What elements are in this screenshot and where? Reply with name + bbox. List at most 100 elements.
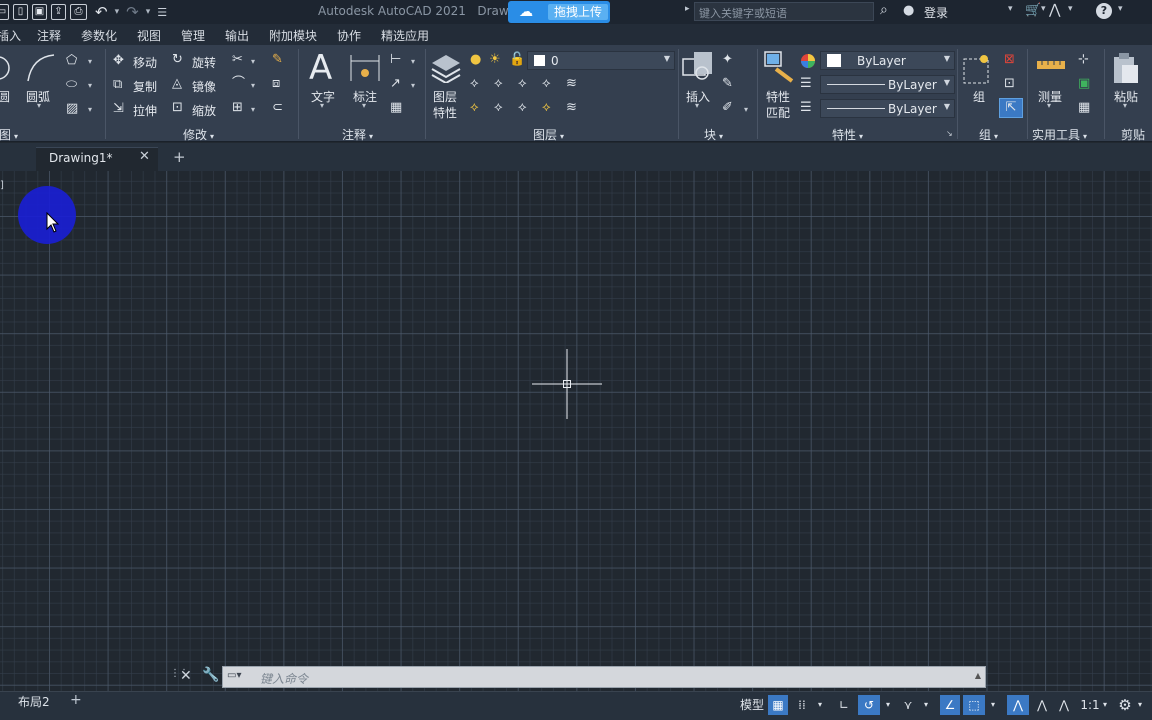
snap-toggle-icon[interactable]: ⁞⁞: [792, 695, 812, 715]
layer-isolate-icon[interactable]: ⟡: [494, 77, 503, 91]
search-icon[interactable]: ⌕: [880, 2, 888, 18]
leader-icon[interactable]: ↗: [390, 77, 401, 91]
utilities-panel-title[interactable]: 实用工具 ▾: [1032, 126, 1087, 143]
measure-icon[interactable]: [1036, 59, 1066, 73]
tab-insert[interactable]: 插入: [0, 27, 21, 44]
model-space-button[interactable]: 模型: [737, 695, 767, 715]
command-history-icon[interactable]: ▲: [975, 671, 981, 680]
match-properties-icon[interactable]: [764, 51, 794, 83]
edit-attributes-icon[interactable]: ✐: [722, 101, 733, 115]
insert-dropdown-icon[interactable]: ▾: [695, 101, 699, 110]
login-dropdown-icon[interactable]: ▾: [1008, 4, 1013, 14]
tab-annotate[interactable]: 注释: [37, 27, 61, 44]
dimension-tool-icon[interactable]: [348, 53, 382, 83]
tab-view[interactable]: 视图: [137, 27, 161, 44]
linear-dim-icon[interactable]: ⊢: [390, 53, 401, 67]
undo-icon[interactable]: ↶: [95, 3, 108, 21]
drawing-tab-label[interactable]: Drawing1*: [49, 151, 113, 165]
measure-dropdown-icon[interactable]: ▾: [1047, 101, 1051, 110]
layer-properties-icon[interactable]: [430, 51, 462, 83]
annotation-visibility-icon[interactable]: ⋀: [1007, 695, 1029, 715]
customize-qat-icon[interactable]: ☰: [157, 6, 167, 19]
linear-dim-dropdown-icon[interactable]: ▾: [411, 57, 415, 66]
isodraft-toggle-icon[interactable]: ⋎: [898, 695, 918, 715]
edit-block-icon[interactable]: ✎: [722, 77, 733, 91]
fillet-icon[interactable]: ⌒: [232, 77, 245, 91]
viewport-controls[interactable]: ]: [0, 180, 4, 191]
cart-dropdown-icon[interactable]: ▾: [1041, 4, 1046, 14]
command-input[interactable]: ▭▾ 键入命令 ▲: [222, 666, 986, 688]
scale-dropdown-icon[interactable]: ▾: [1100, 695, 1110, 715]
offset-icon[interactable]: ⊂: [272, 101, 283, 115]
layer-off-icon[interactable]: ⟡: [470, 77, 479, 91]
layout-tab[interactable]: 布局2: [18, 693, 50, 710]
match-properties-label-2[interactable]: 匹配: [766, 104, 790, 121]
workspace-gear-icon[interactable]: ⚙: [1115, 695, 1135, 715]
tab-collaborate[interactable]: 协作: [337, 27, 361, 44]
properties-launcher-icon[interactable]: ↘: [946, 129, 953, 138]
array-dropdown-icon[interactable]: ▾: [251, 105, 255, 114]
group-panel-title[interactable]: 组 ▾: [979, 126, 998, 143]
layer-properties-label-1[interactable]: 图层: [433, 88, 457, 105]
tab-addins[interactable]: 附加模块: [269, 27, 317, 44]
new-tab-icon[interactable]: +: [173, 148, 186, 166]
help-dropdown-icon[interactable]: ▾: [1118, 4, 1123, 14]
dimension-dropdown-icon[interactable]: ▾: [362, 101, 366, 110]
ungroup-icon[interactable]: ⊠: [1004, 53, 1015, 67]
stretch-button[interactable]: 拉伸: [133, 102, 157, 119]
trim-dropdown-icon[interactable]: ▾: [251, 57, 255, 66]
tab-parametric[interactable]: 参数化: [81, 27, 117, 44]
modify-panel-title[interactable]: 修改 ▾: [183, 126, 214, 143]
app-dropdown-icon[interactable]: ▾: [1068, 4, 1073, 14]
save-as-icon[interactable]: ⇪: [51, 4, 66, 20]
properties-panel-title[interactable]: 特性 ▾: [832, 126, 863, 143]
hatch-dropdown-icon[interactable]: ▾: [88, 105, 92, 114]
layer-lock-icon[interactable]: 🔓: [509, 53, 525, 67]
paste-icon[interactable]: [1112, 51, 1140, 85]
copy-button[interactable]: 复制: [133, 78, 157, 95]
lineweight-dropdown[interactable]: ByLayer ▼: [820, 99, 955, 118]
user-icon[interactable]: ●: [903, 3, 914, 18]
drawing-canvas[interactable]: [0, 171, 1152, 691]
redo-icon[interactable]: ↷: [126, 3, 139, 21]
save-icon[interactable]: ▣: [32, 4, 47, 20]
move-button[interactable]: 移动: [133, 54, 157, 71]
arc-dropdown-icon[interactable]: ▾: [37, 101, 41, 110]
command-prompt-icon[interactable]: ▭▾: [227, 670, 241, 681]
add-layout-icon[interactable]: +: [70, 692, 82, 708]
osnap-dropdown-icon[interactable]: ▾: [987, 695, 999, 715]
circle-tool-icon[interactable]: [0, 50, 14, 86]
plot-icon[interactable]: ⎙: [70, 4, 87, 20]
cart-icon[interactable]: 🛒: [1025, 3, 1041, 18]
annotation-scale-icon[interactable]: ⋀: [1054, 695, 1074, 715]
linetype-icon[interactable]: ☰: [800, 77, 812, 91]
snap-dropdown-icon[interactable]: ▾: [814, 695, 826, 715]
layer-freeze-icon[interactable]: ☀: [489, 53, 501, 67]
array-icon[interactable]: ⊞: [232, 101, 243, 115]
text-tool-icon[interactable]: A: [309, 50, 332, 86]
rotate-button[interactable]: 旋转: [192, 54, 216, 71]
mirror-button[interactable]: 镜像: [192, 78, 216, 95]
edit-attributes-dropdown-icon[interactable]: ▾: [744, 105, 748, 114]
annotation-panel-title[interactable]: 注释 ▾: [342, 126, 373, 143]
redo-dropdown-icon[interactable]: ▾: [146, 4, 151, 20]
paste-dropdown-icon[interactable]: ▾: [1123, 101, 1127, 110]
search-expand-icon[interactable]: ▸: [685, 4, 690, 14]
layer-unlock-icon[interactable]: ⟡: [542, 101, 551, 115]
draw-panel-title[interactable]: 图 ▾: [0, 126, 18, 143]
color-wheel-icon[interactable]: [800, 53, 816, 69]
isodraft-dropdown-icon[interactable]: ▾: [920, 695, 932, 715]
open-icon[interactable]: ▯: [13, 4, 28, 20]
group-select-icon[interactable]: ⇱: [999, 98, 1023, 118]
drag-upload-button[interactable]: ☁ 拖拽上传: [508, 1, 610, 23]
search-input[interactable]: 键入关键字或短语: [694, 2, 874, 21]
command-line-grip-icon[interactable]: ⋮⋮: [170, 668, 189, 686]
layer-dropdown[interactable]: 0 ▼: [527, 51, 675, 70]
color-dropdown[interactable]: ByLayer ▼: [820, 51, 955, 70]
group-icon[interactable]: [962, 53, 992, 85]
layer-on-all-icon[interactable]: ⟡: [470, 101, 479, 115]
polar-dropdown-icon[interactable]: ▾: [882, 695, 894, 715]
block-panel-title[interactable]: 块 ▾: [704, 126, 723, 143]
text-dropdown-icon[interactable]: ▾: [320, 101, 324, 110]
polar-toggle-icon[interactable]: ↺: [858, 695, 880, 715]
